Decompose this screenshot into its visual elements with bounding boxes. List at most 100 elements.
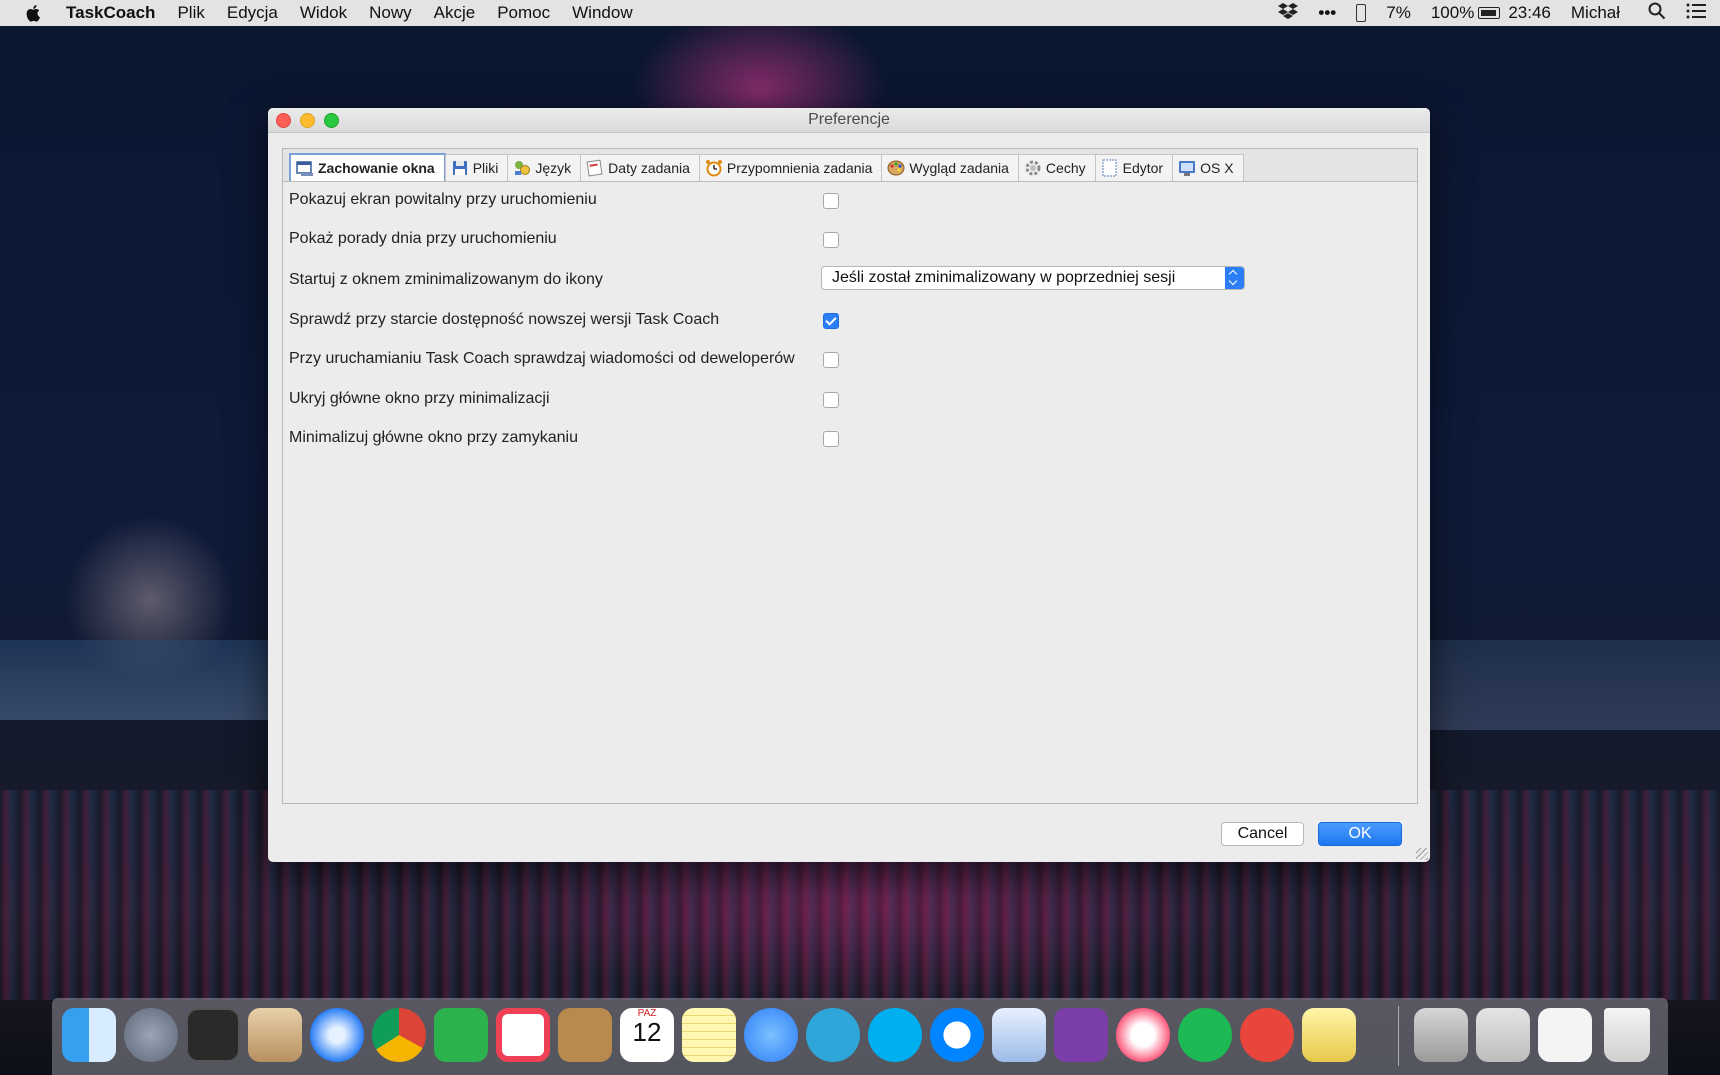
mission-control-icon[interactable] — [186, 1008, 240, 1062]
tab-label: Przypomnienia zadania — [726, 160, 873, 176]
user-name[interactable]: Michał — [1571, 3, 1620, 23]
wallpaper-city-right — [1430, 640, 1720, 730]
window-titlebar[interactable]: Preferencje — [268, 108, 1430, 133]
menu-window[interactable]: Window — [572, 3, 632, 23]
editor-icon — [1102, 159, 1117, 177]
setting-label: Sprawdź przy starcie dostępność nowszej … — [289, 311, 720, 328]
window-icon — [296, 161, 313, 176]
phone-icon[interactable] — [1356, 4, 1367, 22]
cancel-button[interactable]: Cancel — [1221, 822, 1304, 846]
spotify-icon[interactable] — [1178, 1008, 1232, 1062]
tab-label: Wygląd zadania — [909, 160, 1009, 176]
tips-checkbox[interactable] — [823, 232, 839, 248]
setting-label: Przy uruchamianiu Task Coach sprawdzaj w… — [289, 350, 795, 367]
preview-icon[interactable] — [992, 1008, 1046, 1062]
osx-icon — [1179, 161, 1196, 176]
menu-widok[interactable]: Widok — [300, 3, 347, 23]
telegram-icon[interactable] — [806, 1008, 860, 1062]
tab-pliki[interactable]: Pliki — [444, 154, 509, 181]
tab-label: Daty zadania — [608, 160, 690, 176]
tab-label: Pliki — [472, 160, 499, 176]
downloads-stack-icon[interactable] — [1414, 1008, 1468, 1062]
skype-icon[interactable] — [868, 1008, 922, 1062]
setting-label: Pokaż porady dnia przy uruchomieniu — [289, 230, 557, 247]
palette-icon — [887, 160, 905, 176]
pocket-icon[interactable] — [496, 1008, 550, 1062]
menu-nowy[interactable]: Nowy — [369, 3, 412, 23]
messenger-icon[interactable] — [930, 1008, 984, 1062]
mail-icon[interactable] — [248, 1008, 302, 1062]
tab-jezyk[interactable]: Język — [507, 154, 582, 181]
setting-label: Minimalizuj główne okno przy zamykaniu — [289, 429, 579, 446]
preferences-window: Preferencje Zachowanie okna Pliki Język … — [268, 108, 1430, 862]
tab-daty-zadania[interactable]: Daty zadania — [580, 154, 700, 181]
transmit-icon[interactable] — [1240, 1008, 1294, 1062]
setting-label: Pokazuj ekran powitalny przy uruchomieni… — [289, 191, 597, 208]
tab-os-x[interactable]: OS X — [1172, 154, 1244, 181]
menubar-status: ••• 7% 100% 23:46 Michał — [1278, 0, 1720, 26]
taskcoach-icon[interactable] — [1302, 1008, 1356, 1062]
tab-label: Język — [535, 160, 572, 176]
photos-stack-icon[interactable] — [1476, 1008, 1530, 1062]
finder-icon[interactable] — [62, 1008, 116, 1062]
menu-edycja[interactable]: Edycja — [227, 3, 278, 23]
list-icon[interactable] — [1686, 3, 1706, 24]
tab-wyglad-zadania[interactable]: Wygląd zadania — [881, 154, 1019, 181]
start-iconized-select[interactable]: Jeśli został zminimalizowany w poprzedni… — [821, 266, 1245, 290]
developer-messages-checkbox[interactable] — [823, 352, 839, 368]
tab-zachowanie-okna[interactable]: Zachowanie okna — [289, 153, 446, 181]
minimize-on-close-checkbox[interactable] — [823, 431, 839, 447]
contacts-icon[interactable] — [558, 1008, 612, 1062]
safari-icon[interactable] — [310, 1008, 364, 1062]
battery-percent-text[interactable]: 100% — [1431, 3, 1474, 23]
tab-przypomnienia-zadania[interactable]: Przypomnienia zadania — [698, 154, 883, 181]
clock[interactable]: 23:46 — [1508, 3, 1551, 23]
setting-label: Startuj z oknem zminimalizowanym do ikon… — [289, 271, 603, 288]
launchpad-icon[interactable] — [124, 1008, 178, 1062]
menu-plik[interactable]: Plik — [177, 3, 204, 23]
version-check-checkbox[interactable] — [823, 313, 839, 329]
menubar: TaskCoach Plik Edycja Widok Nowy Akcje P… — [0, 0, 1720, 26]
chrome-icon[interactable] — [372, 1008, 426, 1062]
feedly-icon[interactable] — [434, 1008, 488, 1062]
calendar-day: 12 — [632, 1017, 662, 1047]
setting-label: Ukryj główne okno przy minimalizacji — [289, 390, 550, 407]
more-icon[interactable]: ••• — [1318, 3, 1336, 23]
setting-row-version-check: Sprawdź przy starcie dostępność nowszej … — [289, 306, 719, 334]
save-icon — [452, 161, 467, 175]
hide-on-minimize-checkbox[interactable] — [823, 392, 839, 408]
app-menu-title[interactable]: TaskCoach — [66, 3, 155, 23]
search-icon[interactable] — [1648, 2, 1666, 25]
gear-icon — [1025, 160, 1041, 176]
itunes-icon[interactable] — [1116, 1008, 1170, 1062]
tab-edytor[interactable]: Edytor — [1094, 154, 1174, 181]
preferences-panel: Zachowanie okna Pliki Język Daty zadania… — [282, 148, 1418, 804]
trash-icon[interactable] — [1604, 1008, 1650, 1062]
tab-label: Cechy — [1045, 160, 1086, 176]
menu-pomoc[interactable]: Pomoc — [497, 3, 550, 23]
splash-screen-checkbox[interactable] — [823, 193, 839, 209]
dropbox-icon[interactable] — [1278, 2, 1299, 25]
setting-row-tips: Pokaż porady dnia przy uruchomieniu — [289, 225, 557, 253]
battery-icon[interactable] — [1478, 7, 1501, 19]
select-value: Jeśli został zminimalizowany w poprzedni… — [832, 269, 1176, 286]
tab-cechy[interactable]: Cechy — [1017, 154, 1096, 181]
onenote-icon[interactable] — [1054, 1008, 1108, 1062]
wallpaper-city-left — [0, 640, 270, 720]
battery-small-text[interactable]: 7% — [1386, 3, 1411, 23]
chevron-updown-icon[interactable] — [1225, 267, 1244, 289]
messages-icon[interactable] — [744, 1008, 798, 1062]
tab-label: OS X — [1200, 160, 1234, 176]
calendar-icon[interactable]: PAŹ 12 — [620, 1008, 674, 1062]
apple-icon[interactable] — [24, 3, 44, 23]
resize-grip-icon[interactable] — [1416, 848, 1428, 860]
tab-label: Zachowanie okna — [318, 160, 435, 176]
menu-akcje[interactable]: Akcje — [434, 3, 476, 23]
notes-icon[interactable] — [682, 1008, 736, 1062]
dock-separator — [1398, 1006, 1399, 1066]
ok-button[interactable]: OK — [1318, 822, 1402, 846]
alarm-clock-icon — [705, 160, 722, 177]
language-icon — [515, 161, 531, 175]
documents-stack-icon[interactable] — [1538, 1008, 1592, 1062]
tab-bar: Zachowanie okna Pliki Język Daty zadania… — [283, 149, 1417, 182]
